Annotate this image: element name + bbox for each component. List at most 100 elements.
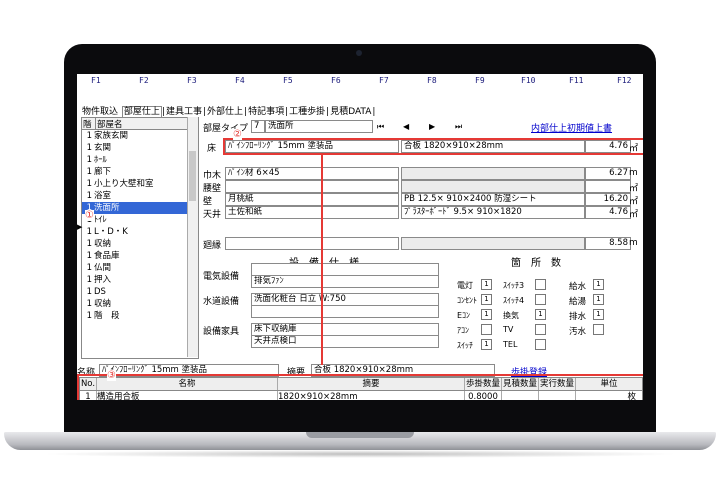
edge-spec-field[interactable] (401, 237, 585, 250)
count-label: ｽｲｯﾁ (457, 341, 473, 350)
tab-exterior[interactable]: 外部仕上 (206, 107, 244, 117)
places-title: 箇 所 数 (511, 258, 561, 269)
edge-qty-field[interactable]: 8.58 (585, 237, 631, 250)
tab-fittings[interactable]: 建具工事 (165, 107, 203, 117)
edge-label: 廻縁 (203, 241, 222, 251)
count-field[interactable] (535, 279, 546, 290)
list-item[interactable]: 1 L・D・K (82, 226, 198, 238)
list-item[interactable]: 1 小上り大壁和室 (82, 178, 198, 190)
baseboard-qty-field[interactable]: 6.27 (585, 167, 631, 180)
count-label: ｺﾝｾﾝﾄ (457, 296, 477, 305)
wall-label: 壁 (203, 197, 213, 207)
furniture-field-2[interactable]: 天井点検口 (251, 335, 439, 348)
fkey-f10[interactable]: F10 (521, 76, 535, 85)
nav-first-button[interactable]: ⏮ (377, 122, 384, 132)
fkey-f8[interactable]: F8 (427, 76, 437, 85)
count-label: ｽｲｯﾁ3 (503, 281, 525, 290)
wainscot-qty-field[interactable] (585, 180, 631, 193)
baseboard-finish-field[interactable]: ﾊﾟｲﾝ材 6×45 (225, 167, 399, 180)
electrical-field-2[interactable]: 排気ﾌｧﾝ (251, 275, 439, 288)
list-item[interactable]: 1ﾄｲﾚ (82, 214, 198, 226)
fkey-f7[interactable]: F7 (379, 76, 389, 85)
count-label: 給湯 (569, 297, 587, 307)
count-field[interactable] (593, 324, 604, 335)
count-field[interactable]: 1 (481, 294, 492, 305)
laptop-shadow (40, 450, 680, 458)
list-item[interactable]: 1 浴室 (82, 190, 198, 202)
ceiling-finish-field[interactable]: 土佐和紙 (225, 206, 399, 219)
row-pointer-icon: ▶ (77, 223, 83, 231)
fkey-f3[interactable]: F3 (187, 76, 197, 85)
list-item[interactable]: 1 家族玄関 (82, 130, 198, 142)
count-field[interactable] (535, 339, 546, 350)
wainscot-finish-field[interactable] (225, 180, 399, 193)
ceiling-qty-field[interactable]: 4.76 (585, 206, 631, 219)
count-label: 換気 (503, 311, 519, 320)
edge-finish-field[interactable] (225, 237, 399, 250)
count-field[interactable]: 1 (593, 309, 604, 320)
fkey-f9[interactable]: F9 (475, 76, 485, 85)
room-list-scrollbar[interactable] (187, 117, 198, 357)
annotation-marker-1: ① (85, 210, 94, 221)
list-item[interactable]: 1 廊下 (82, 166, 198, 178)
app-screen: F1 F2 F3 F4 F5 F6 F7 F8 F9 F10 F11 F12 物… (77, 74, 643, 400)
count-field[interactable]: 1 (535, 309, 546, 320)
fkey-f5[interactable]: F5 (283, 76, 293, 85)
nav-last-button[interactable]: ⏭ (455, 122, 462, 132)
col-floor: 階 (82, 118, 96, 130)
count-label: Eｺﾝ (457, 311, 471, 320)
nav-prev-button[interactable]: ◀ (403, 122, 409, 131)
tab-room-finish[interactable]: 部屋仕上 (121, 106, 162, 117)
list-item[interactable]: 1 DS (82, 286, 198, 298)
annotation-connector (321, 153, 323, 365)
list-item[interactable]: 1 仏間 (82, 262, 198, 274)
count-field[interactable]: 1 (481, 279, 492, 290)
count-field[interactable] (535, 324, 546, 335)
fkey-f2[interactable]: F2 (139, 76, 149, 85)
annotation-marker-2: ② (233, 129, 242, 140)
fkey-f4[interactable]: F4 (235, 76, 245, 85)
wainscot-spec-field[interactable] (401, 180, 585, 193)
room-list[interactable]: 階 部屋名 1 家族玄関 1 玄関 1 ﾎｰﾙ 1 廊下 1 小上り大壁和室 1 浴室 1洗… (81, 117, 199, 359)
list-item[interactable]: 1階 段 (82, 310, 198, 322)
list-item[interactable]: 1 食品庫 (82, 250, 198, 262)
count-field[interactable]: 1 (481, 339, 492, 350)
tab-import[interactable]: 物件取込 (81, 107, 119, 117)
wall-finish-field[interactable]: 月桃紙 (225, 193, 399, 206)
room-name-field[interactable]: 洗面所 (265, 120, 373, 133)
fkey-f12[interactable]: F12 (617, 76, 631, 85)
count-field[interactable]: 1 (593, 294, 604, 305)
room-list-header: 階 部屋名 (82, 118, 198, 130)
tab-labor-rates[interactable]: 工種歩掛 (288, 107, 326, 117)
count-label: 電灯 (457, 281, 473, 290)
count-field[interactable]: 1 (481, 309, 492, 320)
baseboard-spec-field[interactable] (401, 167, 585, 180)
fkey-f1[interactable]: F1 (91, 76, 101, 85)
list-item-selected[interactable]: 1 洗面所 (82, 202, 198, 214)
list-item[interactable]: 1 玄関 (82, 142, 198, 154)
init-overwrite-link[interactable]: 内部仕上初期値上書 (531, 121, 612, 134)
electrical-label: 電気設備 (203, 272, 240, 282)
nav-next-button[interactable]: ▶ (429, 122, 435, 131)
count-field[interactable] (535, 294, 546, 305)
tab-estimate-data[interactable]: 見積DATA (329, 107, 372, 117)
fkey-f6[interactable]: F6 (331, 76, 341, 85)
list-item[interactable]: 1 収納 (82, 238, 198, 250)
scrollbar-thumb[interactable] (189, 151, 196, 201)
list-item[interactable]: 1 押入 (82, 274, 198, 286)
count-label: ｱｺﾝ (457, 326, 469, 335)
fkey-f11[interactable]: F11 (569, 76, 583, 85)
annotation-box-table (77, 374, 643, 400)
room-type-field[interactable]: 7 (251, 120, 265, 133)
count-field[interactable] (481, 324, 492, 335)
list-item[interactable]: 1 ﾎｰﾙ (82, 154, 198, 166)
water-field-2[interactable] (251, 305, 439, 318)
laptop-base-notch (306, 432, 414, 438)
list-item[interactable]: 1 収納 (82, 298, 198, 310)
wall-qty-field[interactable]: 16.20 (585, 193, 631, 206)
tab-special-notes[interactable]: 特記事項 (247, 107, 285, 117)
ceiling-spec-field[interactable]: ﾌﾟﾗｽﾀｰﾎﾞｰﾄﾞ 9.5× 910×1820 (401, 206, 585, 219)
wall-spec-field[interactable]: PB 12.5× 910×2400 防湿シート (401, 193, 585, 206)
ceiling-unit: ㎡ (629, 210, 639, 220)
count-field[interactable]: 1 (593, 279, 604, 290)
